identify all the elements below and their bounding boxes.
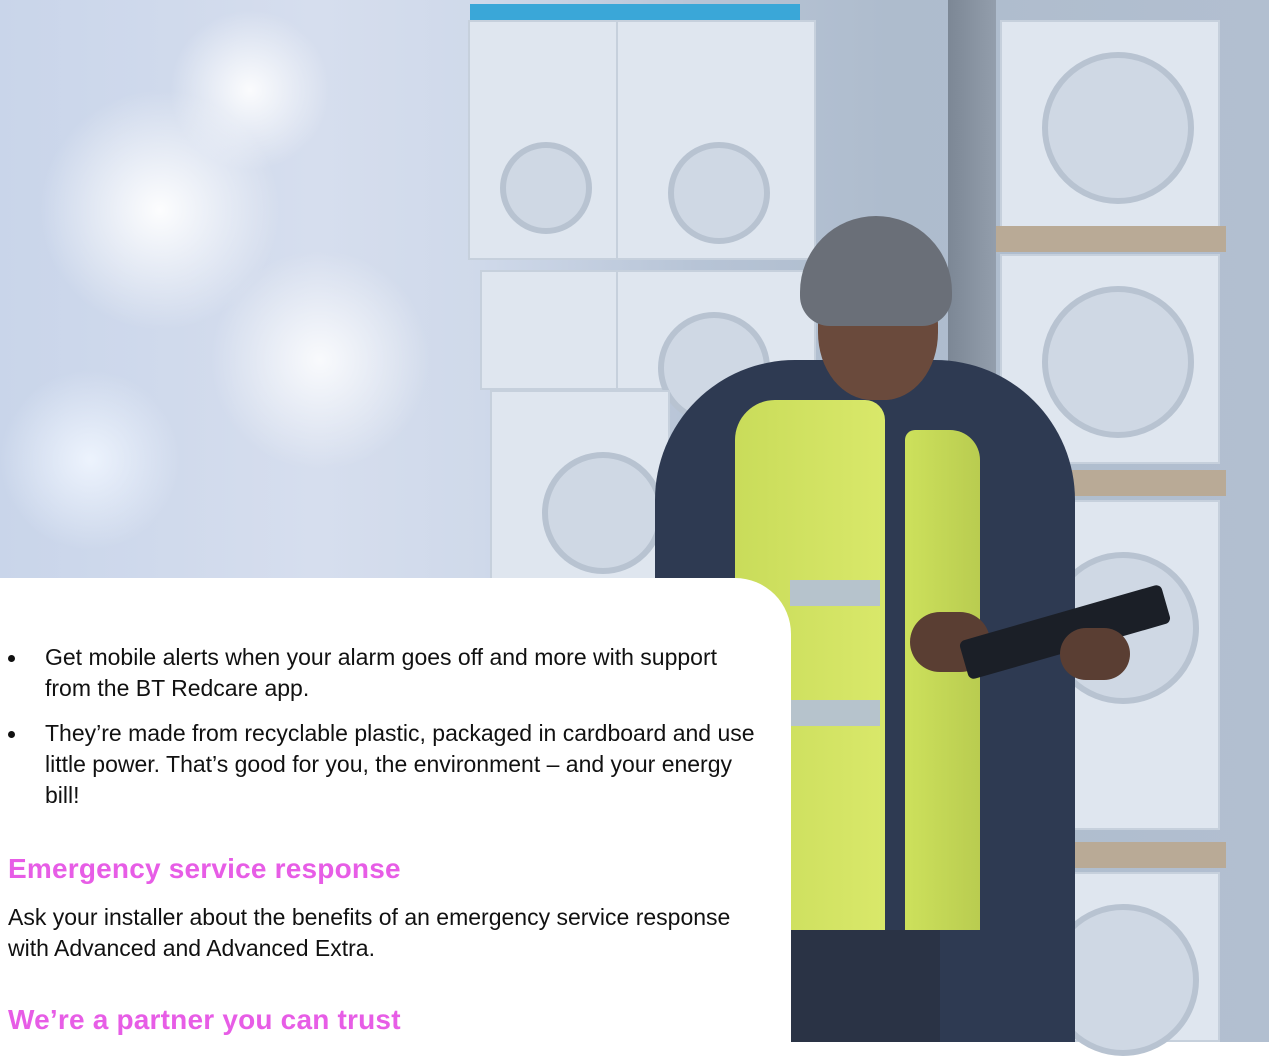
section-body-emergency: Ask your installer about the benefits of… <box>8 904 731 961</box>
appliance-box <box>490 390 670 580</box>
appliance-box <box>616 20 816 260</box>
appliance-box <box>468 20 618 260</box>
appliance-box <box>1000 20 1220 230</box>
box-tape <box>996 226 1226 252</box>
vest-reflective-strip <box>790 580 880 606</box>
list-item: They’re made from recyclable plastic, pa… <box>8 718 768 811</box>
warehouse-shelf <box>470 4 800 20</box>
section-heading-partner: We’re a partner you can trust <box>8 1004 401 1035</box>
section-heading-emergency: Emergency service response <box>8 853 401 884</box>
list-item: Get mobile alerts when your alarm goes o… <box>8 642 768 704</box>
beanie-hat <box>800 216 952 326</box>
hi-vis-vest <box>905 430 980 930</box>
vest-reflective-strip <box>790 700 880 726</box>
appliance-box <box>480 270 620 390</box>
feature-list: Get mobile alerts when your alarm goes o… <box>8 642 768 825</box>
worker-hand <box>1060 628 1130 680</box>
worker-trousers <box>790 930 940 1042</box>
